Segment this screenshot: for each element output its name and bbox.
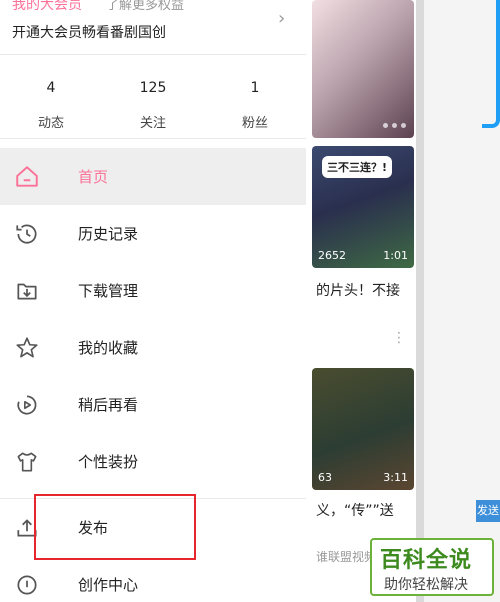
star-icon xyxy=(16,337,38,358)
video-title[interactable]: 的片头！不接 xyxy=(316,280,416,300)
view-count: 2652 xyxy=(318,249,346,262)
stat-dynamics[interactable]: 4 动态 xyxy=(0,68,102,138)
menu-item-label: 个性装扮 xyxy=(78,453,139,471)
video-card-thumbnail[interactable]: 63 3:11 xyxy=(312,368,414,490)
stat-number: 1 xyxy=(250,80,260,96)
stat-following[interactable]: 125 关注 xyxy=(102,68,204,138)
send-button[interactable]: 发送 xyxy=(476,500,500,522)
divider xyxy=(416,0,424,602)
view-count: 63 xyxy=(318,471,332,484)
carousel-dots xyxy=(383,123,406,128)
duration: 1:01 xyxy=(383,249,408,262)
stat-label: 关注 xyxy=(139,116,166,131)
video-card-thumbnail[interactable] xyxy=(312,0,414,138)
stat-number: 125 xyxy=(139,80,167,96)
history-icon xyxy=(16,224,37,244)
thumbnail-meta: 2652 1:01 xyxy=(318,249,408,262)
stat-label: 动态 xyxy=(37,116,64,131)
frame-border xyxy=(482,0,500,128)
watermark-subtitle: 助你轻松解决 xyxy=(384,577,468,593)
stat-number: 4 xyxy=(46,80,56,96)
video-card-thumbnail[interactable]: 三不三连？! 2652 1:01 xyxy=(312,146,414,268)
stat-label: 粉丝 xyxy=(241,116,268,131)
creator-icon xyxy=(17,575,37,595)
menu-item-favorites[interactable]: 我的收藏 xyxy=(0,319,306,376)
duration: 3:11 xyxy=(383,471,408,484)
vip-subtitle: 开通大会员畅看番剧国创 xyxy=(12,25,166,41)
menu-item-label: 稍后再看 xyxy=(78,396,139,414)
menu-item-history[interactable]: 历史记录 xyxy=(0,205,306,262)
vip-more-link[interactable]: 了解更多权益 xyxy=(106,0,184,13)
highlight-box xyxy=(34,494,196,560)
vip-title: 我的大会员 xyxy=(12,0,82,13)
menu-item-label: 创作中心 xyxy=(78,576,139,594)
menu-item-label: 历史记录 xyxy=(78,225,139,243)
watermark-title: 百科全说 xyxy=(380,548,473,573)
tshirt-icon xyxy=(17,452,37,472)
watch-later-icon xyxy=(17,395,37,415)
menu-item-label: 下载管理 xyxy=(78,282,139,300)
menu-item-label: 首页 xyxy=(78,168,109,186)
thumbnail-meta: 63 3:11 xyxy=(318,471,408,484)
home-icon xyxy=(16,166,38,187)
watermark-logo: 百科全说 助你轻松解决 xyxy=(370,538,494,596)
download-icon xyxy=(17,283,37,300)
menu-item-creator-center[interactable]: 创作中心 xyxy=(0,556,306,602)
divider xyxy=(0,54,306,55)
menu-item-label: 我的收藏 xyxy=(78,339,139,357)
menu-item-watch-later[interactable]: 稍后再看 xyxy=(0,376,306,433)
more-icon[interactable]: ⋮ xyxy=(392,330,406,346)
menu-item-downloads[interactable]: 下载管理 xyxy=(0,262,306,319)
vip-banner[interactable]: 我的大会员 了解更多权益 开通大会员畅看番剧国创 › xyxy=(0,0,306,54)
thumbnail-caption: 三不三连？! xyxy=(322,156,393,178)
background-feed: 三不三连？! 2652 1:01 的片头！不接 ⋮ 63 3:11 义，“传””… xyxy=(306,0,416,602)
user-stats: 4 动态 125 关注 1 粉丝 xyxy=(0,68,306,138)
video-subtitle: 谁联盟视频 xyxy=(316,550,377,564)
stat-fans[interactable]: 1 粉丝 xyxy=(204,68,306,138)
menu-item-theme[interactable]: 个性装扮 xyxy=(0,433,306,490)
menu-item-home[interactable]: 首页 xyxy=(0,148,306,205)
video-title[interactable]: 义，“传””送 xyxy=(316,500,416,520)
chevron-right-icon[interactable]: › xyxy=(278,8,285,29)
divider xyxy=(0,138,306,139)
